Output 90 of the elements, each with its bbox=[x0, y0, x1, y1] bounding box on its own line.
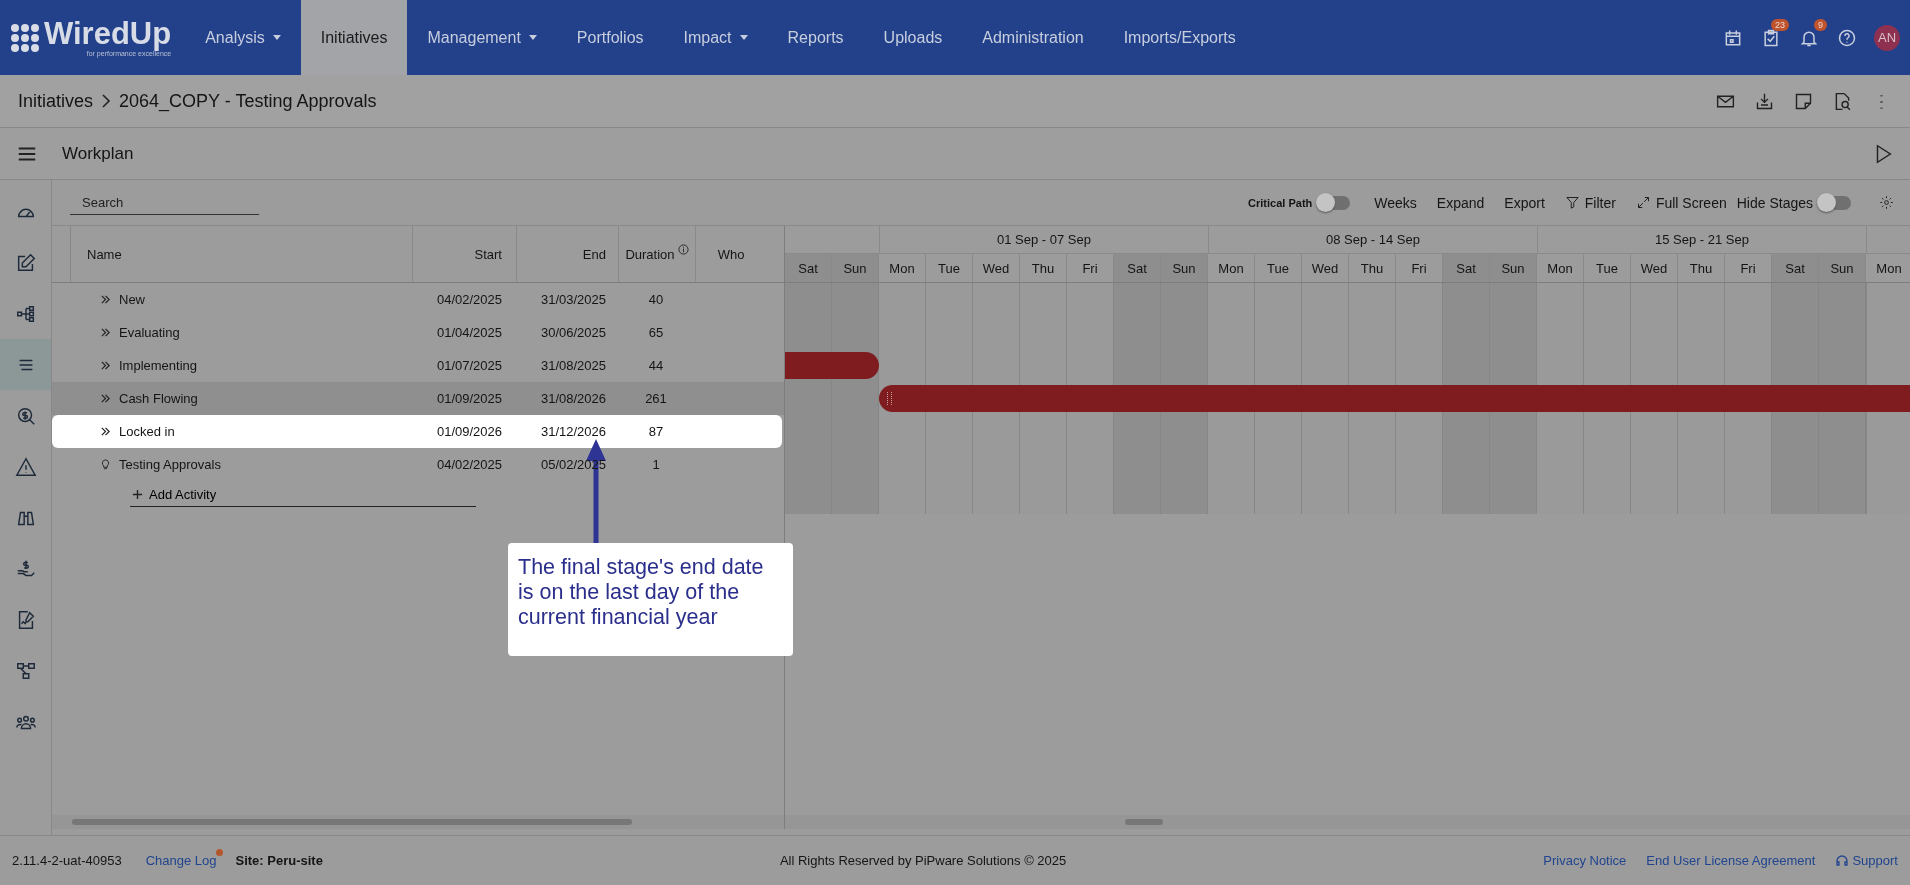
critical-path-label: Critical Path bbox=[1248, 196, 1313, 209]
nav-tab[interactable]: Analysis bbox=[185, 0, 301, 75]
activity-name: Locked in bbox=[119, 424, 175, 439]
user-avatar[interactable]: AN bbox=[1874, 24, 1900, 51]
day-header: Tue bbox=[1584, 254, 1631, 282]
toolbar-button[interactable]: Expand bbox=[1436, 194, 1485, 211]
toolbar-button[interactable]: Weeks bbox=[1374, 194, 1417, 211]
toolbar-button[interactable]: Filter bbox=[1564, 194, 1616, 211]
week-header: 01 Sep - 07 Sep bbox=[880, 226, 1209, 253]
nav-tab[interactable]: Management bbox=[407, 0, 557, 75]
add-activity-button[interactable]: Add Activity bbox=[130, 483, 476, 507]
day-header: Sun bbox=[832, 254, 879, 282]
day-header: Sat bbox=[1114, 254, 1161, 282]
duration-cell-text: 1 bbox=[651, 457, 661, 472]
duration-cell-text: 87 bbox=[647, 424, 665, 439]
duration-cell-text: 65 bbox=[647, 325, 665, 340]
end-date-cell-text: 31/12/2026 bbox=[539, 424, 607, 439]
day-header: Sun bbox=[1819, 254, 1866, 282]
support-link[interactable]: Support bbox=[1835, 853, 1898, 868]
day-header: Sun bbox=[1161, 254, 1208, 282]
column-header[interactable]: Duration bbox=[619, 226, 696, 282]
breadcrumb-current: 2064_COPY - Testing Approvals bbox=[119, 90, 377, 112]
start-date-cell-text: 04/02/2025 bbox=[435, 457, 503, 472]
day-header: Wed bbox=[1631, 254, 1678, 282]
table-row[interactable]: Cash Flowing 01/09/2025 31/08/2026 261 bbox=[52, 382, 784, 415]
change-log-link[interactable]: Change Log bbox=[145, 853, 217, 868]
day-header: Mon bbox=[1208, 254, 1255, 282]
column-header[interactable]: End bbox=[517, 226, 619, 282]
page-title: Workplan bbox=[62, 143, 134, 164]
day-header: Tue bbox=[926, 254, 973, 282]
column-header[interactable]: Who bbox=[696, 226, 766, 282]
day-header: Wed bbox=[973, 254, 1020, 282]
day-header: Thu bbox=[1349, 254, 1396, 282]
logo-wordmark: WiredUp bbox=[44, 18, 172, 50]
nav-tab[interactable]: Uploads bbox=[863, 0, 963, 75]
week-header: 15 Sep - 21 Sep bbox=[1538, 226, 1867, 253]
table-row[interactable]: Evaluating 01/04/2025 30/06/2025 65 bbox=[52, 316, 784, 349]
day-header: Sat bbox=[785, 254, 832, 282]
nav-tab[interactable]: Reports bbox=[767, 0, 864, 75]
duration-cell-text: 40 bbox=[647, 292, 665, 307]
version-text: 2.11.4-2-uat-40953 bbox=[12, 853, 122, 868]
day-header: Tue bbox=[1255, 254, 1302, 282]
duration-cell-text: 261 bbox=[644, 391, 668, 406]
nav-tab[interactable]: Imports/Exports bbox=[1103, 0, 1256, 75]
end-date-cell-text: 31/08/2025 bbox=[539, 358, 607, 373]
site-text: Site: Peru-site bbox=[235, 853, 323, 868]
nav-tab[interactable]: Impact bbox=[663, 0, 768, 75]
day-header: Thu bbox=[1678, 254, 1725, 282]
start-date-cell-text: 01/04/2025 bbox=[435, 325, 503, 340]
activity-name: New bbox=[119, 292, 145, 307]
breadcrumb-link[interactable]: Initiatives bbox=[18, 90, 94, 112]
table-row[interactable]: New 04/02/2025 31/03/2025 40 bbox=[52, 283, 784, 316]
start-date-cell-text: 01/07/2025 bbox=[435, 358, 503, 373]
nav-tab[interactable]: Administration bbox=[962, 0, 1104, 75]
activity-name: Implementing bbox=[119, 358, 198, 373]
footer-link[interactable]: Privacy Notice bbox=[1543, 853, 1627, 868]
column-header[interactable]: Start bbox=[413, 226, 517, 282]
toolbar-button[interactable]: Full Screen bbox=[1635, 194, 1727, 211]
column-header[interactable]: Name bbox=[71, 226, 413, 282]
day-header: Mon bbox=[879, 254, 926, 282]
week-header: 08 Sep - 14 Sep bbox=[1209, 226, 1538, 253]
end-date-cell-text: 31/03/2025 bbox=[539, 292, 607, 307]
day-header: Sat bbox=[1772, 254, 1819, 282]
table-row[interactable]: Implementing 01/07/2025 31/08/2025 44 bbox=[52, 349, 784, 382]
day-header: Sun bbox=[1490, 254, 1537, 282]
end-date-cell-text: 30/06/2025 bbox=[539, 325, 607, 340]
nav-tab[interactable]: Initiatives bbox=[300, 0, 408, 75]
day-header: Mon bbox=[1866, 254, 1910, 282]
day-header: Sat bbox=[1443, 254, 1490, 282]
activity-name: Cash Flowing bbox=[119, 391, 198, 406]
end-date-cell-text: 31/08/2026 bbox=[539, 391, 607, 406]
start-date-cell-text: 04/02/2025 bbox=[435, 292, 503, 307]
nav-tab[interactable]: Portfolios bbox=[556, 0, 664, 75]
callout-box: The final stage's end date is on the last day of the current financial year bbox=[508, 543, 793, 656]
day-header: Thu bbox=[1020, 254, 1067, 282]
activity-name: Testing Approvals bbox=[119, 457, 221, 472]
notification-count-badge: 9 bbox=[1814, 18, 1827, 31]
activity-name: Evaluating bbox=[119, 325, 180, 340]
duration-cell-text: 44 bbox=[647, 358, 665, 373]
search-field[interactable]: Search bbox=[70, 190, 259, 215]
footer-link[interactable]: End User License Agreement bbox=[1646, 853, 1816, 868]
table-row[interactable]: Locked in 01/09/2026 31/12/2026 87 bbox=[52, 415, 782, 448]
day-header: Wed bbox=[1302, 254, 1349, 282]
day-header: Mon bbox=[1537, 254, 1584, 282]
start-date-cell-text: 01/09/2025 bbox=[435, 391, 503, 406]
hide-stages-label: Hide Stages bbox=[1736, 194, 1813, 211]
copyright-text: All Rights Reserved by PiPware Solutions © 2025 bbox=[779, 853, 1067, 868]
task-count-badge: 23 bbox=[1771, 18, 1789, 31]
start-date-cell-text: 01/09/2026 bbox=[435, 424, 503, 439]
toolbar-button[interactable]: Export bbox=[1504, 194, 1545, 211]
